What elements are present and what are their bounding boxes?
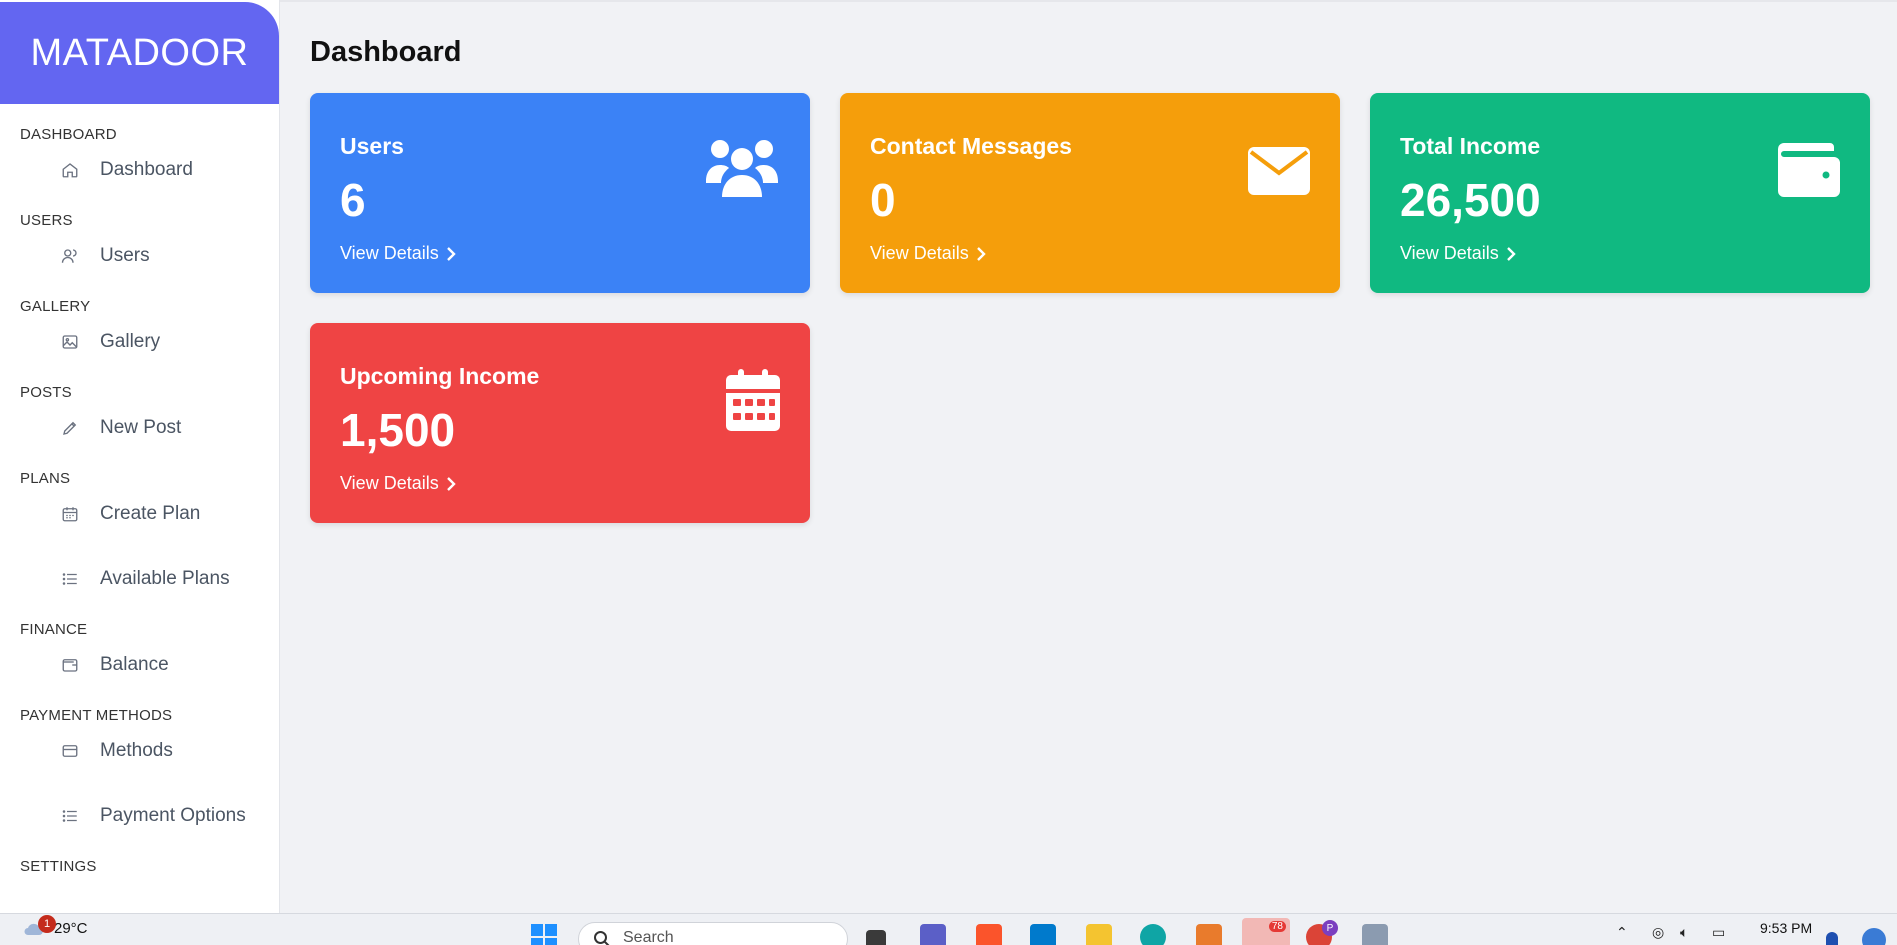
sidebar: MATADOOR DASHBOARD Dashboard USERS Users… bbox=[0, 0, 280, 913]
card-label: Contact Messages bbox=[870, 133, 1072, 159]
total-income-card: Total Income 26,500 View Details bbox=[1370, 93, 1870, 293]
sidebar-item-create-plan[interactable]: Create Plan bbox=[0, 490, 279, 538]
sidebar-item-users[interactable]: Users bbox=[0, 232, 279, 280]
page-title: Dashboard bbox=[310, 36, 462, 68]
xampp-icon[interactable] bbox=[1196, 924, 1222, 945]
section-title-finance: FINANCE bbox=[20, 621, 88, 638]
sidebar-item-gallery[interactable]: Gallery bbox=[0, 318, 279, 366]
sidebar-item-label: New Post bbox=[100, 417, 182, 438]
top-divider bbox=[280, 0, 1897, 2]
notification-icon[interactable] bbox=[1826, 932, 1838, 945]
card-value: 6 bbox=[340, 174, 366, 226]
section-title-settings: SETTINGS bbox=[20, 858, 97, 875]
weather-temperature: 29°C bbox=[54, 920, 88, 937]
sidebar-item-label: Methods bbox=[100, 740, 173, 761]
card-label: Total Income bbox=[1400, 133, 1541, 159]
card-value: 0 bbox=[870, 174, 896, 226]
chevron-up-icon[interactable]: ⌃ bbox=[1616, 924, 1628, 941]
system-clock[interactable]: 9:53 PM bbox=[1760, 920, 1812, 936]
chevron-right-icon bbox=[1505, 246, 1517, 261]
user-icon bbox=[60, 246, 80, 266]
users-card: Users 6 View Details bbox=[310, 93, 810, 293]
copilot-icon[interactable] bbox=[1862, 928, 1886, 945]
credit-card-icon bbox=[60, 741, 80, 761]
contact-messages-card: Contact Messages 0 View Details bbox=[840, 93, 1340, 293]
sidebar-item-dashboard[interactable]: Dashboard bbox=[0, 146, 279, 194]
sidebar-item-label: Create Plan bbox=[100, 503, 201, 524]
weather-widget[interactable]: 1 29°C bbox=[22, 915, 88, 937]
network-icon[interactable]: ◎ bbox=[1652, 924, 1664, 941]
taskbar-search[interactable]: Search bbox=[578, 922, 848, 945]
teams-icon[interactable] bbox=[920, 924, 946, 945]
wallet-icon bbox=[1778, 143, 1840, 202]
volume-icon[interactable]: 🔈︎ bbox=[1680, 924, 1688, 941]
sidebar-item-methods[interactable]: Methods bbox=[0, 727, 279, 775]
section-title-users: USERS bbox=[20, 212, 73, 229]
card-value: 1,500 bbox=[340, 404, 456, 456]
list-icon bbox=[60, 806, 80, 826]
sidebar-item-payment-options[interactable]: Payment Options bbox=[0, 792, 279, 840]
view-details-label: View Details bbox=[340, 473, 439, 493]
search-placeholder: Search bbox=[623, 929, 674, 945]
sidebar-item-label: Dashboard bbox=[100, 159, 193, 180]
list-icon bbox=[60, 569, 80, 589]
mail-badge: 78 bbox=[1268, 921, 1286, 932]
windows-start-icon[interactable] bbox=[530, 923, 557, 945]
calendar-icon bbox=[60, 504, 80, 524]
vscode-icon[interactable] bbox=[1030, 924, 1056, 945]
main-content: Dashboard Users 6 View Details Contact M… bbox=[280, 0, 1897, 913]
chrome-icon[interactable]: P bbox=[1306, 920, 1338, 945]
view-details-link[interactable]: View Details bbox=[1400, 243, 1517, 264]
view-details-label: View Details bbox=[870, 243, 969, 263]
card-label: Users bbox=[340, 133, 404, 159]
home-icon bbox=[60, 160, 80, 180]
mail-app-icon[interactable]: 78 bbox=[1242, 918, 1290, 945]
upcoming-income-card: Upcoming Income 1,500 View Details bbox=[310, 323, 810, 523]
view-details-link[interactable]: View Details bbox=[340, 473, 457, 494]
image-icon bbox=[60, 332, 80, 352]
section-title-gallery: GALLERY bbox=[20, 298, 91, 315]
users-icon bbox=[704, 137, 780, 204]
view-details-link[interactable]: View Details bbox=[870, 243, 987, 264]
file-explorer-icon[interactable] bbox=[1086, 924, 1112, 945]
sidebar-item-label: Users bbox=[100, 245, 150, 266]
sidebar-item-balance[interactable]: Balance bbox=[0, 641, 279, 689]
brave-browser-icon[interactable] bbox=[976, 924, 1002, 945]
calculator-icon[interactable] bbox=[1362, 924, 1388, 945]
sidebar-item-label: Balance bbox=[100, 654, 169, 675]
view-details-label: View Details bbox=[340, 243, 439, 263]
chevron-right-icon bbox=[445, 246, 457, 261]
pencil-icon bbox=[60, 418, 80, 438]
section-title-posts: POSTS bbox=[20, 384, 72, 401]
section-title-plans: PLANS bbox=[20, 470, 71, 487]
sidebar-item-label: Available Plans bbox=[100, 568, 230, 589]
sidebar-item-new-post[interactable]: New Post bbox=[0, 404, 279, 452]
section-title-dashboard: DASHBOARD bbox=[20, 126, 117, 143]
sidebar-item-label: Payment Options bbox=[100, 805, 246, 826]
task-view-icon[interactable] bbox=[866, 930, 886, 945]
brand-logo[interactable]: MATADOOR bbox=[0, 2, 279, 104]
calendar-icon bbox=[726, 369, 780, 436]
wallet-icon bbox=[60, 655, 80, 675]
edge-icon[interactable] bbox=[1140, 924, 1166, 945]
card-value: 26,500 bbox=[1400, 174, 1541, 226]
chevron-right-icon bbox=[975, 246, 987, 261]
view-details-label: View Details bbox=[1400, 243, 1499, 263]
view-details-link[interactable]: View Details bbox=[340, 243, 457, 264]
section-title-payment-methods: PAYMENT METHODS bbox=[20, 707, 173, 724]
sidebar-item-label: Gallery bbox=[100, 331, 161, 352]
search-icon bbox=[593, 929, 611, 945]
profile-badge: P bbox=[1322, 920, 1338, 936]
card-label: Upcoming Income bbox=[340, 363, 540, 389]
taskbar: 1 29°C Search 78 P ⌃ ◎ 🔈︎ ▭ 9:53 PM bbox=[0, 913, 1897, 945]
sidebar-item-available-plans[interactable]: Available Plans bbox=[0, 555, 279, 603]
envelope-icon bbox=[1248, 147, 1310, 200]
chevron-right-icon bbox=[445, 476, 457, 491]
battery-icon[interactable]: ▭ bbox=[1712, 924, 1725, 941]
weather-badge: 1 bbox=[38, 915, 56, 933]
